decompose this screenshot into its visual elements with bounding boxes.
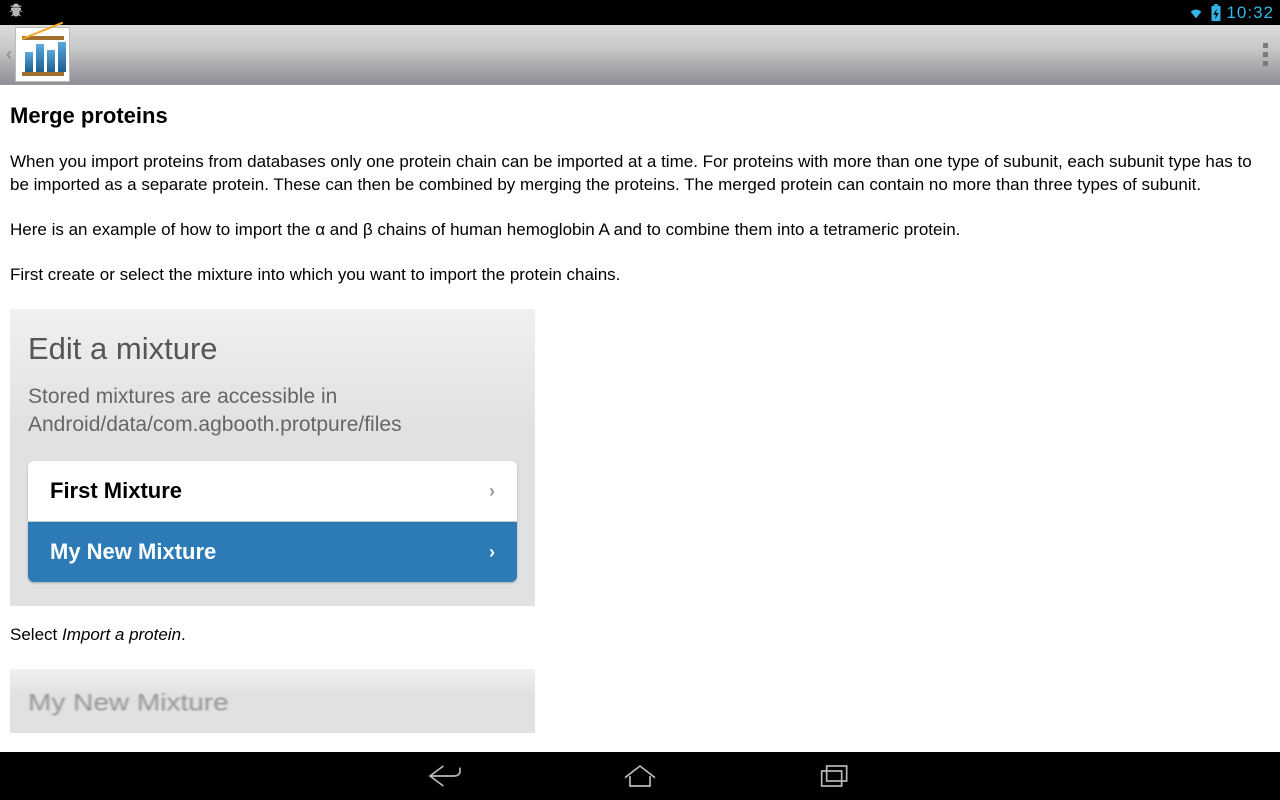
mixture-detail-screenshot-cut: My New Mixture (10, 669, 535, 733)
mixture-list: First Mixture › My New Mixture › (28, 461, 517, 582)
app-icon (15, 27, 70, 82)
chevron-right-icon: › (489, 481, 495, 502)
nav-recent-button[interactable] (815, 762, 855, 790)
action-bar: ‹ (0, 25, 1280, 85)
debug-icon (6, 1, 26, 19)
paragraph-select: Select Import a protein. (10, 624, 1270, 647)
edit-mixture-screenshot: Edit a mixture Stored mixtures are acces… (10, 309, 535, 607)
card-title: Edit a mixture (28, 331, 517, 367)
chevron-right-icon: › (489, 542, 495, 563)
page-title: Merge proteins (10, 103, 1270, 129)
card-title-preview: My New Mixture (28, 690, 517, 717)
action-bar-home[interactable]: ‹ (2, 27, 70, 82)
list-item[interactable]: My New Mixture › (28, 522, 517, 582)
help-content: Merge proteins When you import proteins … (0, 85, 1280, 752)
paragraph-instruction: First create or select the mixture into … (10, 264, 1270, 287)
list-item-label: First Mixture (50, 478, 182, 504)
back-caret-icon: ‹ (2, 44, 13, 65)
paragraph-intro: When you import proteins from databases … (10, 151, 1270, 197)
status-left (6, 1, 26, 24)
nav-home-button[interactable] (620, 762, 660, 790)
android-nav-bar (0, 752, 1280, 800)
wifi-icon (1186, 5, 1206, 21)
battery-charging-icon (1210, 4, 1222, 22)
list-item-label: My New Mixture (50, 539, 216, 565)
status-right: 10:32 (1186, 3, 1274, 23)
card-subtitle: Stored mixtures are accessible in Androi… (28, 383, 517, 440)
clock: 10:32 (1226, 3, 1274, 23)
paragraph-example: Here is an example of how to import the … (10, 219, 1270, 242)
list-item[interactable]: First Mixture › (28, 461, 517, 522)
overflow-menu-button[interactable] (1257, 39, 1274, 70)
nav-back-button[interactable] (425, 762, 465, 790)
android-status-bar: 10:32 (0, 0, 1280, 25)
